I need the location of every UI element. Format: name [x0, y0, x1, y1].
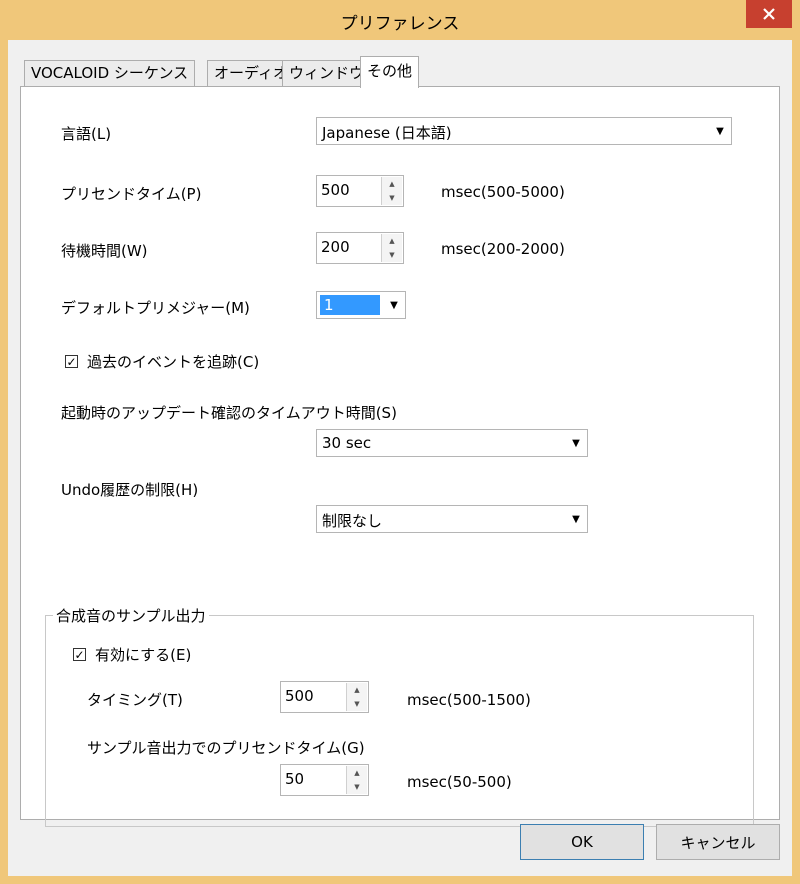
chevron-down-icon[interactable]: ▼	[384, 293, 404, 317]
spin-up-icon[interactable]: ▲	[347, 766, 367, 781]
close-button[interactable]	[746, 0, 792, 28]
spin-up-icon[interactable]: ▲	[382, 234, 402, 249]
sample-presend-range: msec(50-500)	[407, 773, 512, 791]
tab-window[interactable]: ウィンドウ	[282, 60, 372, 87]
sample-presend-label: サンプル音出力でのプリセンドタイム(G)	[87, 739, 365, 757]
update-timeout-select[interactable]: 30 sec ▼	[316, 429, 588, 457]
language-label: 言語(L)	[61, 125, 112, 143]
window-title: プリファレンス	[340, 14, 460, 34]
language-value: Japanese (日本語)	[322, 124, 452, 142]
track-events-label: 過去のイベントを追跡(C)	[87, 353, 260, 371]
update-timeout-value: 30 sec	[322, 434, 372, 452]
preferences-window: プリファレンス VOCALOID シーケンス オーディオ ウィンドウ その他 言…	[0, 0, 800, 884]
timing-range: msec(500-1500)	[407, 691, 531, 709]
wait-label: 待機時間(W)	[61, 242, 148, 260]
undo-limit-select[interactable]: 制限なし ▼	[316, 505, 588, 533]
premeasure-value: 1	[320, 295, 380, 315]
wait-spinner[interactable]: 200 ▲ ▼	[316, 232, 404, 264]
close-icon	[763, 8, 775, 20]
premeasure-label: デフォルトプリメジャー(M)	[61, 299, 250, 317]
check-icon: ✓	[66, 354, 77, 369]
spin-up-icon[interactable]: ▲	[347, 683, 367, 698]
presend-label: プリセンドタイム(P)	[61, 185, 202, 203]
dialog-client: VOCALOID シーケンス オーディオ ウィンドウ その他 言語(L) Jap…	[8, 40, 792, 876]
other-settings-panel: 言語(L) Japanese (日本語) ▼ プリセンドタイム(P) 500 ▲…	[20, 86, 780, 827]
cancel-button[interactable]: キャンセル	[656, 824, 780, 860]
update-timeout-label: 起動時のアップデート確認のタイムアウト時間(S)	[61, 404, 397, 422]
wait-range: msec(200-2000)	[441, 240, 565, 258]
title-bar[interactable]: プリファレンス	[0, 0, 800, 40]
timing-spinner[interactable]: 500 ▲ ▼	[280, 681, 369, 713]
presend-spinner[interactable]: 500 ▲ ▼	[316, 175, 404, 207]
sample-output-group-title: 合成音のサンプル出力	[53, 605, 209, 626]
presend-value: 500	[321, 181, 350, 199]
undo-limit-value: 制限なし	[322, 512, 383, 530]
spin-down-icon[interactable]: ▼	[347, 780, 367, 794]
timing-label: タイミング(T)	[87, 691, 183, 709]
premeasure-select[interactable]: 1 ▼	[316, 291, 406, 319]
chevron-down-icon[interactable]: ▼	[710, 119, 730, 143]
sample-presend-spinner[interactable]: 50 ▲ ▼	[280, 764, 369, 796]
ok-button[interactable]: OK	[520, 824, 644, 860]
presend-range: msec(500-5000)	[441, 183, 565, 201]
spin-up-icon[interactable]: ▲	[382, 177, 402, 192]
tab-vocaloid-sequence[interactable]: VOCALOID シーケンス	[24, 60, 196, 87]
enable-sample-checkbox[interactable]: ✓	[73, 648, 86, 661]
wait-value: 200	[321, 238, 350, 256]
spin-down-icon[interactable]: ▼	[382, 248, 402, 262]
enable-sample-label: 有効にする(E)	[95, 646, 192, 664]
sample-presend-value: 50	[285, 770, 305, 788]
spin-down-icon[interactable]: ▼	[382, 191, 402, 205]
undo-limit-label: Undo履歴の制限(H)	[61, 481, 199, 499]
check-icon: ✓	[74, 647, 85, 662]
track-events-checkbox[interactable]: ✓	[65, 355, 78, 368]
timing-value: 500	[285, 687, 314, 705]
language-select[interactable]: Japanese (日本語) ▼	[316, 117, 732, 145]
spin-down-icon[interactable]: ▼	[347, 697, 367, 711]
tab-other[interactable]: その他	[360, 56, 420, 88]
chevron-down-icon[interactable]: ▼	[566, 507, 586, 531]
chevron-down-icon[interactable]: ▼	[566, 431, 586, 455]
